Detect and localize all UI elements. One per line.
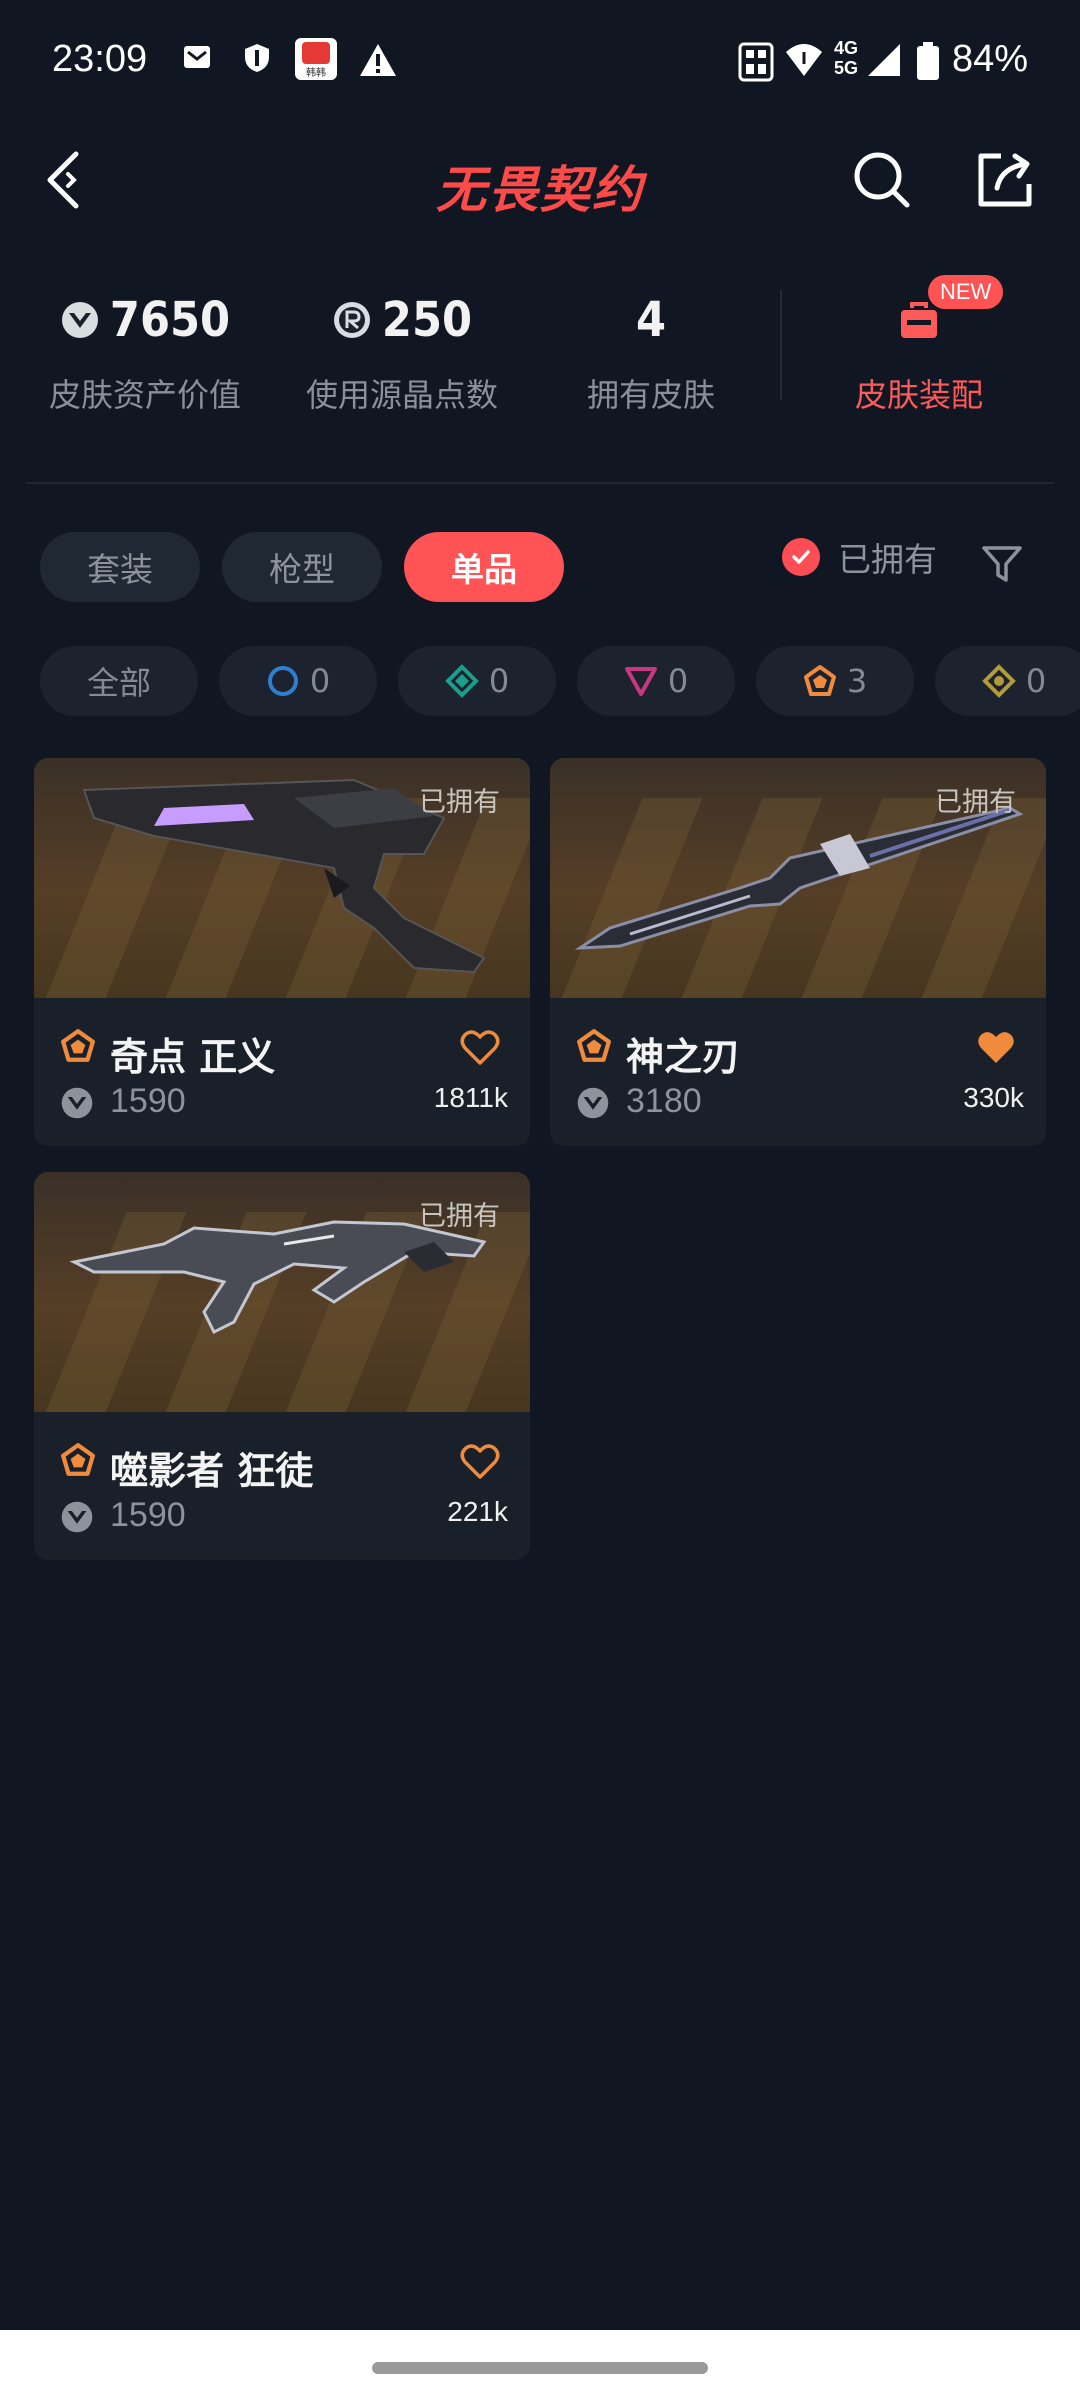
tab-single-items[interactable]: 单品	[404, 532, 564, 602]
rarity-filter-select[interactable]: 0	[219, 646, 377, 716]
warning-icon	[360, 44, 396, 76]
skin-equip-label: 皮肤装配	[854, 376, 983, 414]
ring-icon	[267, 666, 298, 696]
skin-price: 1590	[110, 1082, 186, 1120]
pentagon-icon	[803, 665, 836, 696]
rarity-count: 3	[846, 662, 868, 700]
rarity-filter-ultra[interactable]: 0	[935, 646, 1080, 716]
valorant-points-icon	[61, 1501, 93, 1533]
skin-likes: 330k	[963, 1082, 1024, 1113]
rarity-count: 0	[488, 662, 510, 700]
skin-likes: 221k	[447, 1496, 508, 1527]
app-notification-badge: 韩韩	[306, 68, 326, 79]
skin-card[interactable]: 已拥有 噬影者 狂徒 1590 221k	[34, 1172, 530, 1560]
skin-card[interactable]: 已拥有 神之刃 3180 330k	[550, 758, 1046, 1146]
skin-likes: 1811k	[433, 1082, 508, 1113]
filter-icon[interactable]	[980, 542, 1024, 586]
pentagon-icon	[61, 1443, 95, 1476]
rarity-filter-premium[interactable]: 0	[577, 646, 735, 716]
rarity-filter-deluxe[interactable]: 0	[398, 646, 556, 716]
tab-weapon-type[interactable]: 枪型	[222, 532, 382, 602]
stat-asset-value: 7650 皮肤资产价值	[40, 290, 250, 416]
skin-image: 已拥有	[34, 758, 530, 998]
signal-icon	[868, 44, 900, 76]
asset-value: 7650	[109, 292, 231, 348]
share-icon[interactable]	[975, 150, 1035, 210]
skin-name: 奇点 正义	[110, 1035, 276, 1079]
skin-name: 神之刃	[626, 1035, 741, 1079]
skin-price: 1590	[110, 1496, 186, 1534]
app-notification-icon: 韩韩	[295, 38, 337, 80]
rarity-filter-exclusive[interactable]: 3	[756, 646, 914, 716]
tab-sets[interactable]: 套装	[40, 532, 200, 602]
rarity-count: 0	[667, 662, 689, 700]
stat-owned-count: 4 拥有皮肤	[566, 290, 736, 416]
radianite-points-value: 250	[381, 292, 473, 348]
heart-filled-icon[interactable]	[976, 1030, 1016, 1066]
rarity-filter-all-label: 全部	[86, 664, 151, 702]
owned-count-label: 拥有皮肤	[586, 376, 715, 414]
skin-image: 已拥有	[34, 1172, 530, 1412]
divider	[26, 482, 1054, 484]
valorant-points-icon	[577, 1087, 609, 1119]
rarity-count: 0	[309, 662, 331, 700]
shield-icon	[245, 44, 269, 72]
network-type: 4G 5G	[834, 38, 859, 78]
mail-icon	[184, 46, 210, 68]
owned-filter-label: 已拥有	[838, 540, 937, 579]
stat-divider	[780, 290, 782, 400]
new-badge: NEW	[928, 275, 1004, 309]
skin-card[interactable]: 已拥有 奇点 正义 1590 1811k	[34, 758, 530, 1146]
nfc-icon	[738, 42, 774, 82]
asset-value-label: 皮肤资产价值	[48, 376, 241, 414]
search-icon[interactable]	[852, 150, 912, 210]
page-title: 无畏契约	[436, 161, 644, 219]
skin-name: 噬影者 狂徒	[110, 1449, 314, 1493]
checkbox-checked-icon	[782, 538, 820, 576]
heart-outline-icon[interactable]	[460, 1444, 500, 1480]
rarity-count: 0	[1025, 662, 1047, 700]
skin-price: 3180	[626, 1082, 702, 1120]
diamond-icon	[444, 664, 479, 698]
owned-tag: 已拥有	[419, 1201, 500, 1232]
battery-icon	[917, 42, 939, 80]
wifi-icon	[786, 44, 822, 76]
home-gesture-handle[interactable]	[372, 2362, 708, 2374]
skin-image: 已拥有	[550, 758, 1046, 998]
owned-tag: 已拥有	[935, 787, 1016, 818]
stat-radianite-points: 250 使用源晶点数	[292, 290, 512, 416]
status-time: 23:09	[52, 38, 148, 80]
radianite-icon	[333, 302, 370, 338]
pentagon-icon	[577, 1029, 611, 1062]
valorant-points-icon	[61, 302, 98, 338]
battery-percent: 84%	[951, 38, 1028, 80]
rhombus-icon	[981, 664, 1016, 698]
owned-tag: 已拥有	[419, 787, 500, 818]
heart-outline-icon[interactable]	[460, 1030, 500, 1066]
pentagon-icon	[61, 1029, 95, 1062]
radianite-points-label: 使用源晶点数	[305, 376, 498, 414]
owned-filter-toggle[interactable]: 已拥有	[782, 533, 937, 581]
triangle-icon	[624, 667, 657, 696]
rarity-filter-all[interactable]: 全部	[40, 646, 198, 716]
owned-count-value: 4	[635, 292, 667, 348]
valorant-points-icon	[61, 1087, 93, 1119]
